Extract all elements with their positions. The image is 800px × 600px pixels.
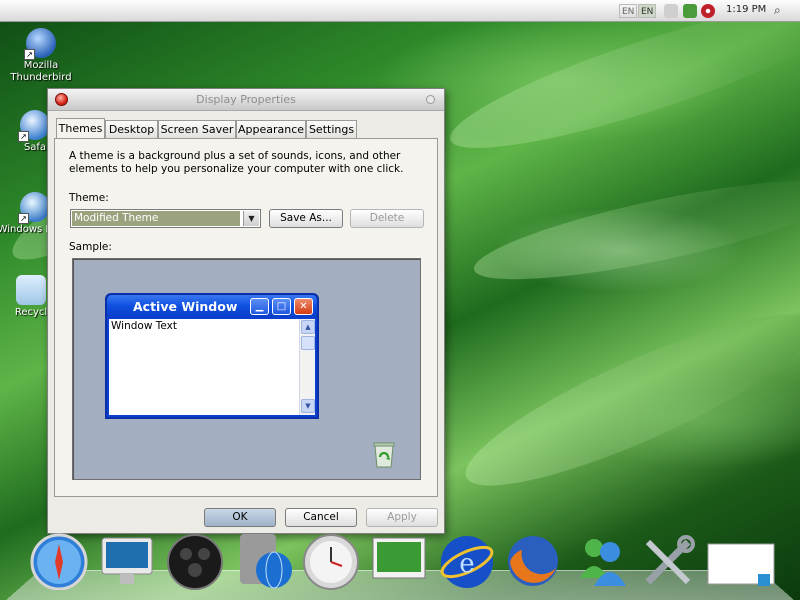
sample-active-window: Active Window ▁ □ ✕ Window Text ▲ ▼ (105, 293, 319, 419)
dock: e (0, 528, 800, 600)
delete-button[interactable]: Delete (350, 209, 424, 228)
dashboard-icon[interactable] (166, 532, 224, 590)
display-properties-dialog: Display Properties Themes Desktop Screen… (47, 88, 445, 534)
sample-scrollbar: ▲ ▼ (299, 319, 315, 415)
thunderbird-icon: ↗ (24, 28, 56, 60)
ok-button[interactable]: OK (204, 508, 276, 527)
messenger-icon[interactable] (574, 532, 632, 590)
desktop-icon-thunderbird[interactable]: ↗ Mozilla Thunderbird (2, 28, 80, 84)
recycle-bin-icon (16, 275, 46, 305)
menu-bar: EN EN 1:19 PM ⌕ (0, 0, 800, 22)
theme-sample-preview: Active Window ▁ □ ✕ Window Text ▲ ▼ (72, 258, 421, 480)
cancel-button[interactable]: Cancel (285, 508, 357, 527)
scroll-down-icon: ▼ (301, 399, 315, 413)
tab-screen-saver[interactable]: Screen Saver (158, 120, 236, 138)
wallpaper-grass-blade (450, 286, 800, 514)
wallpaper-grass-blade (439, 0, 800, 174)
firefox-icon[interactable] (504, 532, 562, 590)
sample-window-client: Window Text ▲ ▼ (109, 319, 315, 415)
dialog-title: Display Properties (196, 93, 296, 106)
network-tray-icon[interactable] (664, 4, 678, 18)
theme-selected-value[interactable]: Modified Theme (72, 211, 240, 226)
safely-remove-tray-icon[interactable] (683, 4, 697, 18)
shortcut-arrow-icon: ↗ (18, 131, 29, 142)
scroll-thumb (301, 336, 315, 350)
clock-icon[interactable] (302, 532, 360, 590)
imac-display-icon[interactable] (98, 532, 156, 590)
windows-media-player-icon: ↗ (18, 192, 50, 224)
chevron-down-icon[interactable]: ▼ (243, 211, 259, 226)
safari-icon: ↗ (18, 110, 50, 142)
safari-compass-icon[interactable] (30, 532, 88, 590)
scroll-up-icon: ▲ (301, 320, 315, 334)
tab-settings[interactable]: Settings (306, 120, 357, 138)
shortcut-arrow-icon: ↗ (24, 49, 35, 60)
recycle-bin-icon (373, 442, 395, 468)
sample-window-title: Active Window (133, 299, 238, 314)
tab-desktop[interactable]: Desktop (105, 120, 158, 138)
network-globe-icon[interactable] (236, 532, 294, 590)
shortcut-arrow-icon: ↗ (18, 213, 29, 224)
theme-description: A theme is a background plus a set of so… (69, 150, 404, 175)
theme-label: Theme: (69, 192, 109, 204)
tab-appearance[interactable]: Appearance (236, 120, 306, 138)
note-window-icon[interactable] (706, 532, 776, 590)
desktop-screen-icon[interactable] (370, 532, 428, 590)
theme-dropdown[interactable]: Modified Theme ▼ (70, 209, 261, 228)
svg-text:e: e (459, 549, 474, 579)
toolbar-toggle-icon[interactable] (426, 95, 435, 104)
apply-button[interactable]: Apply (366, 508, 438, 527)
save-as-button[interactable]: Save As... (269, 209, 343, 228)
security-shield-icon[interactable] (701, 4, 715, 18)
system-tools-icon[interactable] (640, 532, 698, 590)
internet-explorer-icon[interactable]: e (438, 532, 496, 590)
spotlight-search-icon[interactable]: ⌕ (774, 3, 781, 18)
clock[interactable]: 1:19 PM (726, 4, 766, 15)
language-indicator[interactable]: EN (619, 4, 638, 18)
maximize-icon: □ (272, 298, 291, 315)
close-icon: ✕ (294, 298, 313, 315)
dialog-titlebar[interactable]: Display Properties (48, 89, 444, 111)
desktop-icon-label: Mozilla Thunderbird (10, 60, 72, 83)
sample-label: Sample: (69, 241, 112, 253)
themes-panel: A theme is a background plus a set of so… (54, 138, 438, 497)
language-indicator-active[interactable]: EN (638, 4, 657, 18)
sample-window-text: Window Text (111, 320, 177, 332)
minimize-icon: ▁ (250, 298, 269, 315)
sample-window-titlebar: Active Window ▁ □ ✕ (107, 295, 317, 317)
wallpaper-grass-blade (467, 161, 800, 299)
tab-themes[interactable]: Themes (56, 118, 105, 139)
